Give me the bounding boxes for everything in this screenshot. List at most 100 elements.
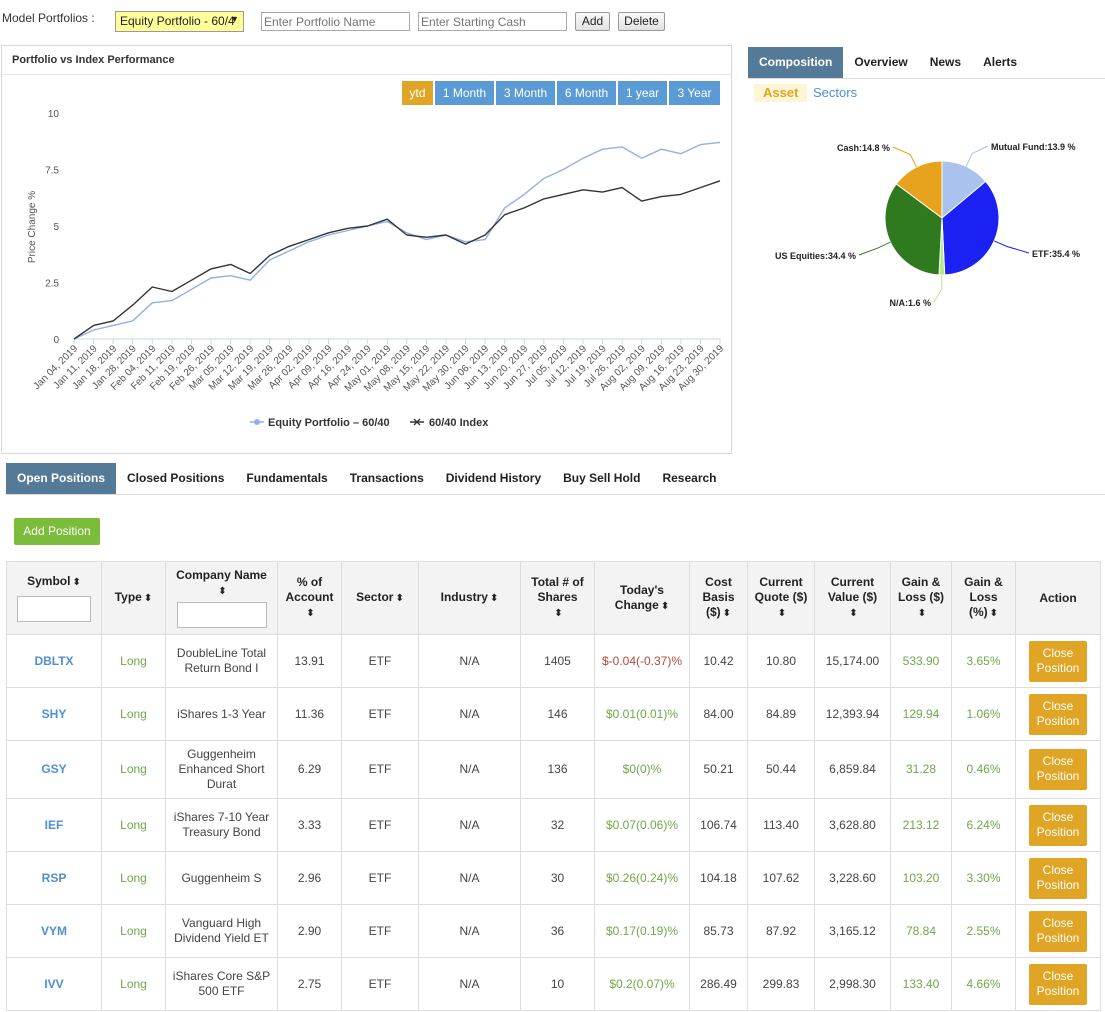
legend-label-index[interactable]: 60/40 Index	[429, 417, 489, 429]
cell-symbol: RSP	[6, 851, 102, 905]
cell-todays-change: $0.07(0.06)%	[594, 798, 690, 852]
symbol-link[interactable]: IVV	[44, 977, 63, 991]
column-header-industry[interactable]: Industry ⬍	[418, 561, 521, 635]
cell-symbol: IVV	[6, 957, 102, 1011]
sort-icon[interactable]: ⬍	[661, 601, 669, 612]
tab-overview[interactable]: Overview	[843, 47, 918, 78]
column-header-symbol[interactable]: Symbol ⬍	[6, 561, 102, 635]
todays-change-value: $0.01(0.01)%	[605, 706, 679, 721]
todays-change-value: $0.26(0.24)%	[605, 870, 679, 885]
sort-icon[interactable]: ⬍	[918, 608, 926, 619]
close-position-button[interactable]: Close Position	[1029, 693, 1087, 735]
cell-shares: 1405	[520, 634, 595, 688]
column-header-cost-basis[interactable]: Cost Basis ($) ⬍	[689, 561, 748, 635]
gain-loss-pct-value: 3.65%	[966, 653, 1001, 668]
close-position-button[interactable]: Close Position	[1029, 640, 1087, 682]
cell-type: Long	[101, 634, 166, 688]
symbol-link[interactable]: SHY	[42, 707, 67, 721]
cell-current-quote: 113.40	[747, 798, 815, 852]
sort-icon[interactable]: ⬍	[723, 608, 731, 619]
gain-loss-value: 533.90	[902, 653, 940, 668]
column-header-gain-loss[interactable]: Gain & Loss ($) ⬍	[890, 561, 952, 635]
close-position-button[interactable]: Close Position	[1029, 910, 1087, 952]
position-type: Long	[120, 653, 147, 668]
add-button[interactable]: Add	[575, 12, 610, 31]
position-type: Long	[120, 976, 147, 991]
symbol-link[interactable]: VYM	[41, 924, 67, 938]
column-header-company[interactable]: Company Name ⬍	[165, 561, 278, 635]
delete-button[interactable]: Delete	[618, 12, 665, 31]
tab-buy-sell-hold[interactable]: Buy Sell Hold	[552, 463, 651, 494]
tab-composition[interactable]: Composition	[748, 47, 844, 78]
table-row: SHY Long iShares 1-3 Year 11.36 ETF N/A …	[6, 687, 1101, 741]
y-tick-label: 7.5	[45, 166, 59, 177]
column-header-label: Gain & Loss ($)	[897, 575, 944, 604]
sort-icon[interactable]: ⬍	[990, 608, 998, 619]
y-tick-label: 0	[53, 335, 59, 346]
cell-company: Guggenheim S	[165, 851, 278, 905]
subtab-sectors[interactable]: Sectors	[804, 84, 866, 102]
tab-dividend-history[interactable]: Dividend History	[435, 463, 552, 494]
tab-research[interactable]: Research	[651, 463, 727, 494]
performance-chart-panel: Portfolio vs Index Performance ytd 1 Mon…	[1, 45, 732, 454]
subtab-asset[interactable]: Asset	[754, 84, 808, 102]
symbol-filter-input[interactable]	[17, 596, 91, 622]
cell-gain-loss: 533.90	[890, 634, 952, 688]
cell-cost-basis: 104.18	[689, 851, 748, 905]
sort-icon[interactable]: ⬍	[218, 586, 226, 597]
tab-transactions[interactable]: Transactions	[339, 463, 435, 494]
tab-fundamentals[interactable]: Fundamentals	[235, 463, 338, 494]
todays-change-value: $0(0)%	[622, 762, 662, 776]
close-position-button[interactable]: Close Position	[1029, 857, 1087, 899]
legend-label-portfolio[interactable]: Equity Portfolio – 60/40	[268, 417, 390, 429]
sort-icon[interactable]: ⬍	[554, 608, 562, 619]
symbol-link[interactable]: GSY	[41, 762, 66, 776]
sort-icon[interactable]: ⬍	[849, 608, 857, 619]
cell-current-quote: 107.62	[747, 851, 815, 905]
sort-icon[interactable]: ⬍	[395, 593, 403, 604]
tab-news[interactable]: News	[919, 47, 972, 78]
close-position-button[interactable]: Close Position	[1029, 749, 1087, 790]
cell-action: Close Position	[1015, 740, 1101, 799]
column-header-sector[interactable]: Sector ⬍	[341, 561, 419, 635]
tab-alerts[interactable]: Alerts	[972, 47, 1028, 78]
symbol-link[interactable]: DBLTX	[34, 654, 73, 668]
column-header-gain-loss-pct[interactable]: Gain & Loss (%) ⬍	[951, 561, 1016, 635]
symbol-link[interactable]: RSP	[42, 871, 67, 885]
cell-sector: ETF	[341, 634, 419, 688]
close-position-button[interactable]: Close Position	[1029, 963, 1087, 1005]
column-header-current-value[interactable]: Current Value ($) ⬍	[814, 561, 891, 635]
column-header-todays-change[interactable]: Today's Change ⬍	[594, 561, 690, 635]
symbol-link[interactable]: IEF	[45, 818, 64, 832]
sort-icon[interactable]: ⬍	[306, 608, 314, 619]
starting-cash-input[interactable]	[418, 12, 567, 31]
tab-open-positions[interactable]: Open Positions	[6, 463, 117, 494]
column-header-pct-account[interactable]: % of Account ⬍	[277, 561, 342, 635]
company-filter-input[interactable]	[176, 602, 267, 628]
add-position-button[interactable]: Add Position	[14, 518, 100, 545]
column-header-type[interactable]: Type ⬍	[101, 561, 166, 635]
y-tick-label: 2.5	[45, 279, 59, 290]
sort-icon[interactable]: ⬍	[72, 577, 80, 588]
sort-icon[interactable]: ⬍	[144, 593, 152, 604]
cell-todays-change: $0.01(0.01)%	[594, 687, 690, 741]
index-series-line	[73, 180, 721, 340]
sort-icon[interactable]: ⬍	[778, 608, 786, 619]
column-header-shares[interactable]: Total # of Shares ⬍	[520, 561, 595, 635]
portfolio-name-input[interactable]	[261, 12, 410, 31]
column-header-current-quote[interactable]: Current Quote ($) ⬍	[747, 561, 815, 635]
pie-connector	[858, 241, 891, 256]
portfolio-select[interactable]: Equity Portfolio - 60/4 ▼	[115, 11, 244, 32]
sort-icon[interactable]: ⬍	[490, 593, 498, 604]
cell-sector: ETF	[341, 851, 419, 905]
column-header-label: Total # of Shares	[531, 575, 584, 604]
position-type: Long	[120, 762, 147, 776]
cell-todays-change: $0.26(0.24)%	[594, 851, 690, 905]
gain-loss-value: 213.12	[902, 817, 940, 832]
cell-shares: 136	[520, 740, 595, 799]
positions-tabs: Open Positions Closed Positions Fundamen…	[6, 463, 728, 494]
tab-closed-positions[interactable]: Closed Positions	[116, 463, 235, 494]
cell-current-quote: 299.83	[747, 957, 815, 1011]
cell-shares: 146	[520, 687, 595, 741]
close-position-button[interactable]: Close Position	[1029, 804, 1087, 846]
